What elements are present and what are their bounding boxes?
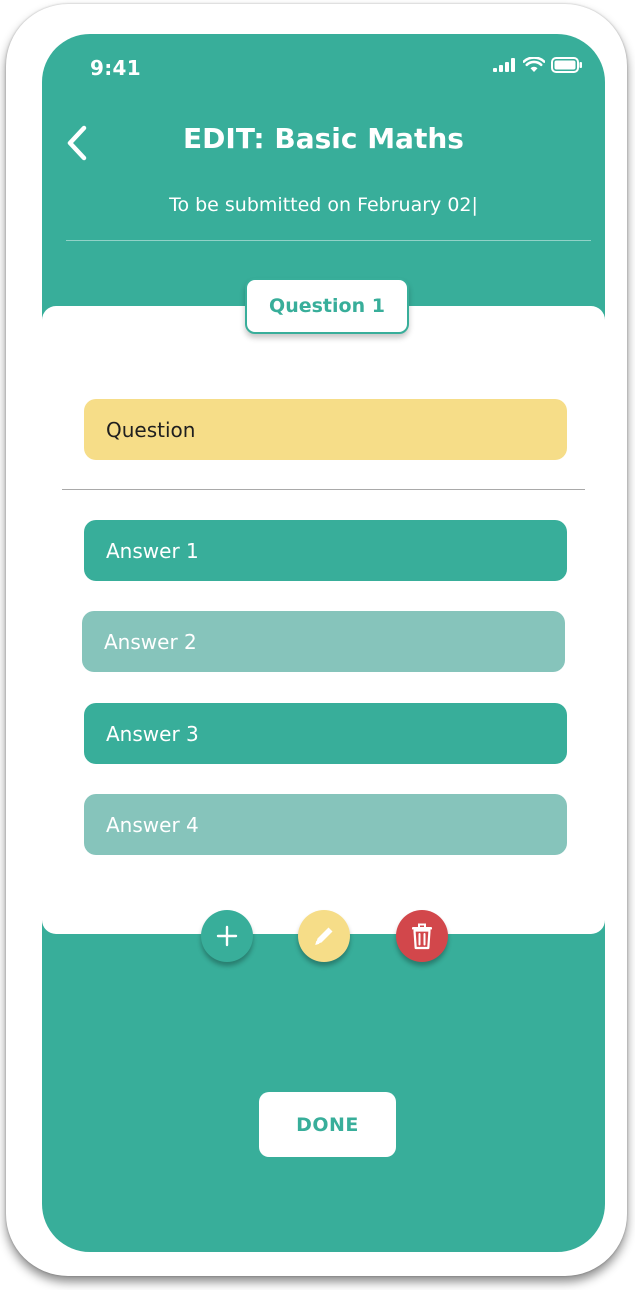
edit-button[interactable] [298,910,350,962]
signal-icon [493,58,515,72]
trash-icon [412,923,432,950]
battery-icon [551,57,582,73]
question-tab[interactable]: Question 1 [245,278,409,334]
delete-button[interactable] [396,910,448,962]
question-input[interactable]: Question [84,399,567,460]
section-divider [62,489,585,490]
answer-option-3[interactable]: Answer 3 [84,703,567,764]
app-screen: 9:41 EDIT: Basic Maths To be submitted o… [42,34,605,1252]
status-time: 9:41 [90,56,141,80]
phone-frame: 9:41 EDIT: Basic Maths To be submitted o… [6,4,627,1276]
due-date-subtitle: To be submitted on February 02| [169,194,478,216]
done-button[interactable]: DONE [259,1092,396,1157]
plus-icon [216,925,238,947]
answer-option-2[interactable]: Answer 2 [82,611,565,672]
header-divider [66,240,591,241]
status-icons [493,57,583,73]
answer-option-4[interactable]: Answer 4 [84,794,567,855]
pencil-icon [315,927,333,945]
wifi-icon [523,57,545,72]
add-answer-button[interactable] [201,910,253,962]
answer-option-1[interactable]: Answer 1 [84,520,567,581]
page-title: EDIT: Basic Maths [183,122,464,155]
